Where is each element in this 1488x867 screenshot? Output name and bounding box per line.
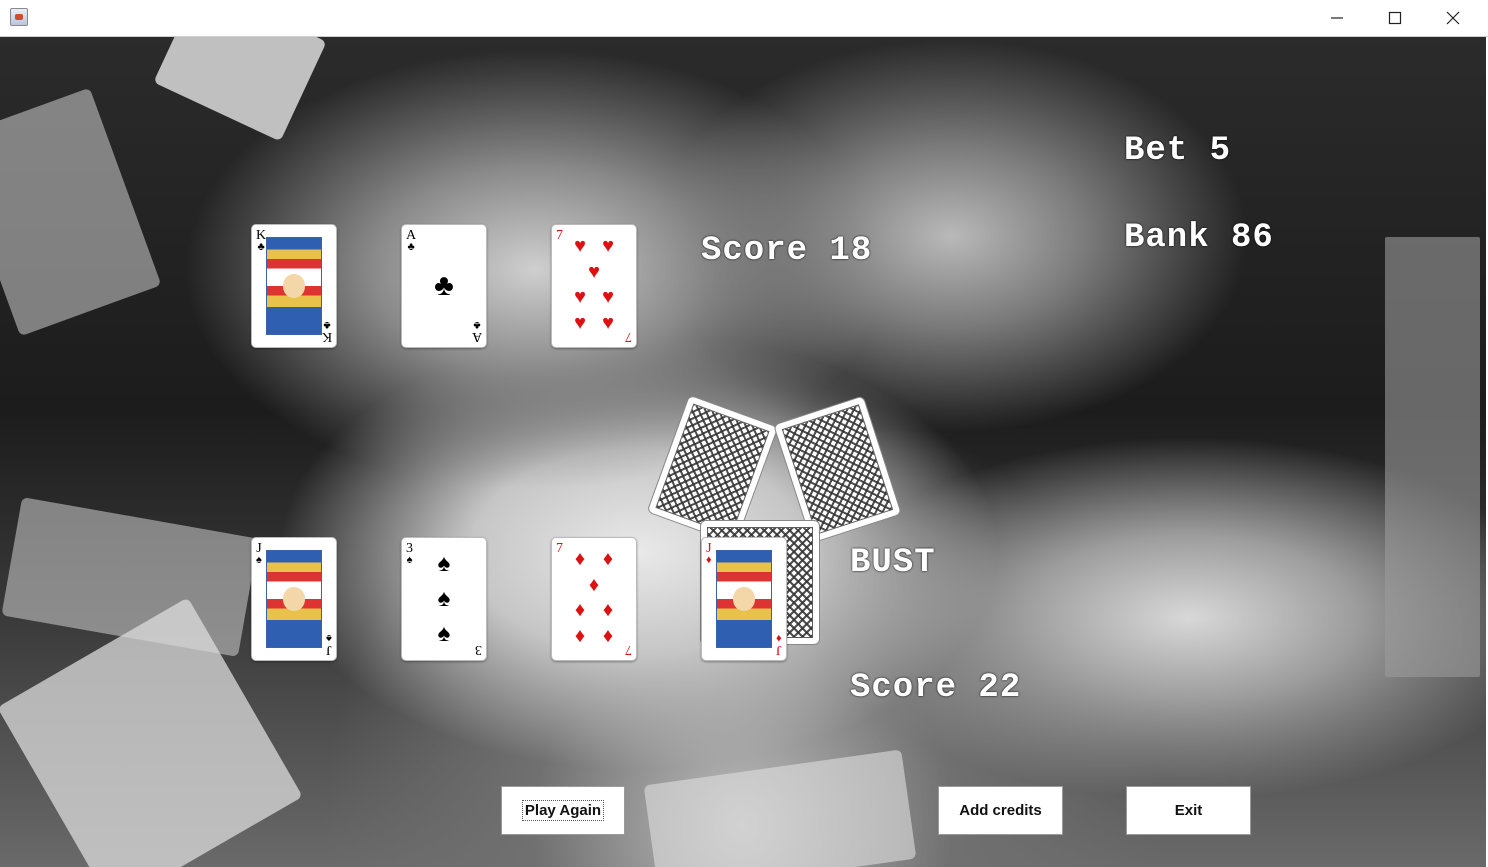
player-card-3: 7 ♦ ♦ ♦ ♦ ♦ ♦ ♦ 7	[551, 537, 637, 661]
game-table: K ♣ K ♣ A ♣ ♣ A ♣ 7 ♥ ♥ ♥ ♥ ♥ ♥ ♥ 7 Score 18 Be…	[0, 37, 1486, 867]
card-suit: ♣	[473, 319, 481, 331]
card-suit: ♣	[323, 319, 331, 331]
bust-status: BUST	[850, 544, 936, 582]
card-suit: ♣	[257, 241, 265, 253]
add-credits-button[interactable]: Add credits	[938, 786, 1063, 835]
minimize-button[interactable]	[1308, 0, 1366, 36]
card-rank: J	[326, 642, 332, 657]
card-suit: ♠	[256, 554, 262, 566]
dealer-score: Score 18	[701, 232, 873, 270]
card-suit: ♠	[326, 632, 332, 644]
bet-amount: Bet 5	[1124, 132, 1232, 170]
card-rank: 7	[556, 541, 563, 556]
exit-label: Exit	[1174, 802, 1203, 819]
maximize-icon	[1388, 11, 1402, 25]
dealer-card-2: A ♣ ♣ A ♣	[401, 224, 487, 348]
card-rank: K	[321, 329, 332, 344]
card-rank: 3	[475, 642, 482, 657]
card-pips: ♠ ♠ ♠	[437, 550, 451, 647]
card-rank: 7	[625, 642, 632, 657]
card-pips: ♥ ♥ ♥ ♥ ♥ ♥ ♥	[574, 235, 614, 334]
java-app-icon	[10, 8, 28, 26]
king-face-art	[266, 237, 322, 335]
player-card-1: J ♠ J ♠	[251, 537, 337, 661]
card-suit: ♦	[706, 554, 712, 566]
card-rank: J	[776, 642, 782, 657]
title-bar	[0, 0, 1488, 37]
player-card-2: 3 ♠ ♠ ♠ ♠ 3	[401, 537, 487, 661]
bank-amount: Bank 86	[1124, 219, 1274, 257]
close-icon	[1446, 11, 1460, 25]
player-score: Score 22	[850, 669, 1022, 707]
dealer-card-1: K ♣ K ♣	[251, 224, 337, 348]
card-suit: ♦	[776, 632, 782, 644]
minimize-icon	[1331, 17, 1343, 19]
card-rank: 7	[625, 329, 632, 344]
card-rank: A	[471, 329, 482, 344]
background-frame	[1385, 237, 1480, 677]
background-card	[643, 749, 917, 867]
background-card	[0, 87, 162, 337]
play-again-label: Play Again	[521, 800, 605, 821]
dealer-card-3: 7 ♥ ♥ ♥ ♥ ♥ ♥ ♥ 7	[551, 224, 637, 348]
add-credits-label: Add credits	[959, 802, 1042, 819]
play-again-button[interactable]: Play Again	[501, 786, 625, 835]
jack-face-art	[266, 550, 322, 648]
jack-face-art	[716, 550, 772, 648]
close-button[interactable]	[1424, 0, 1482, 36]
background-card	[153, 37, 327, 142]
exit-button[interactable]: Exit	[1126, 786, 1251, 835]
card-rank: 7	[556, 228, 563, 243]
player-card-4: J ♦ J ♦	[701, 537, 787, 661]
card-pips: ♦ ♦ ♦ ♦ ♦ ♦ ♦	[574, 548, 614, 647]
maximize-button[interactable]	[1366, 0, 1424, 36]
